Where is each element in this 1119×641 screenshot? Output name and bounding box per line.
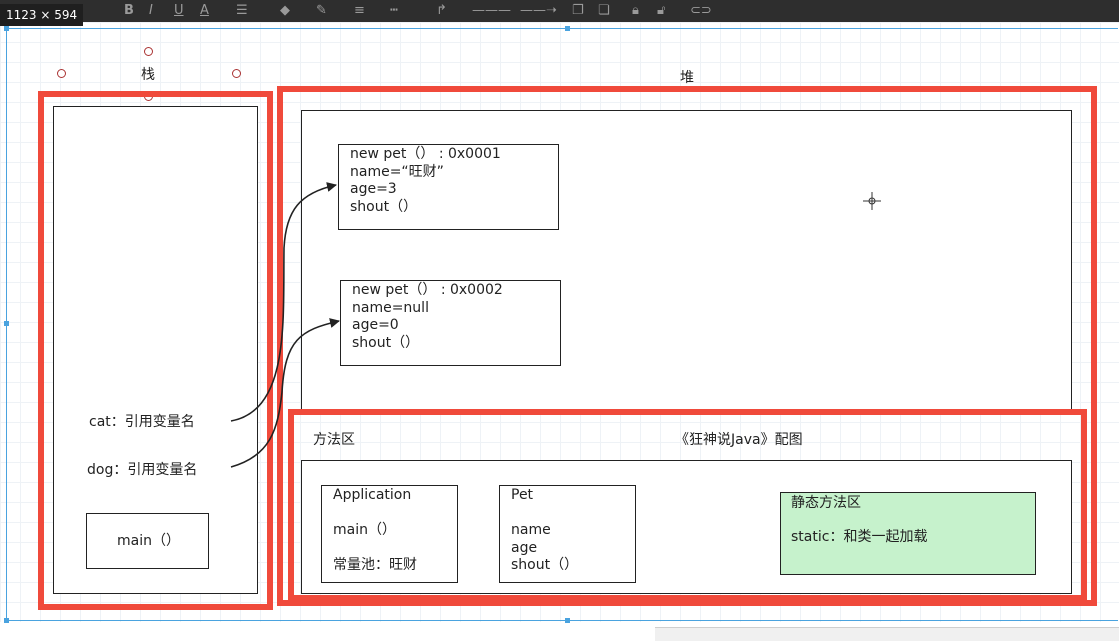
line-width-icon[interactable]: ≡ (354, 2, 365, 20)
main-frame-label: main（） (117, 533, 180, 549)
stack-title: 栈 (141, 67, 155, 83)
static-area-text: static：和类一起加载 (791, 529, 928, 545)
object-line: shout（） (350, 198, 418, 215)
class-line: age (511, 539, 538, 556)
ungroup-icon[interactable]: ❏ (598, 2, 610, 20)
static-method-area[interactable]: 静态方法区 static：和类一起加载 (780, 492, 1036, 575)
method-area-title: 方法区 (313, 432, 355, 448)
object-line: new pet（） : 0x0002 (352, 282, 503, 298)
underline-icon[interactable]: U (174, 2, 184, 20)
fill-color-icon[interactable]: ◆ (280, 2, 290, 20)
heap-object-2[interactable]: new pet（） : 0x0002 name=null age=0 shout… (340, 280, 561, 366)
connector-icon[interactable]: ↱ (436, 2, 447, 20)
object-line: age=0 (352, 317, 399, 333)
resize-handle[interactable] (4, 26, 9, 31)
text-handle[interactable] (232, 69, 241, 78)
line-icon[interactable]: ——— (472, 2, 511, 20)
class-application[interactable]: Application main（） 常量池：旺财 (321, 485, 458, 583)
class-line: Application (333, 487, 412, 503)
unlock-icon[interactable]: 🔓︎ (657, 2, 665, 20)
object-line: new pet（） : 0x0001 (350, 146, 501, 162)
static-area-title: 静态方法区 (791, 495, 861, 511)
class-line: name (511, 522, 551, 538)
class-line: main（） (333, 522, 396, 538)
object-line: age=3 (350, 181, 397, 197)
text-handle[interactable] (57, 69, 66, 78)
class-line (511, 505, 635, 523)
heap-object-1[interactable]: new pet（） : 0x0001 name=“旺财” age=3 shout… (338, 144, 559, 230)
class-line (333, 505, 457, 523)
link-icon[interactable]: ⊂⊃ (690, 2, 712, 20)
class-pet[interactable]: Pet name age shout（） (499, 485, 636, 583)
font-color-icon[interactable]: A (200, 2, 209, 20)
selection-border-top (6, 28, 1118, 29)
stack-var-cat: cat：引用变量名 (89, 414, 195, 430)
class-line: Pet (511, 487, 534, 503)
text-handle[interactable] (144, 47, 153, 56)
resize-handle[interactable] (565, 618, 570, 623)
stack-var-dog: dog：引用变量名 (87, 462, 198, 478)
line-color-icon[interactable]: ✎ (316, 2, 327, 20)
align-icon[interactable]: ☰ (236, 2, 248, 20)
lock-icon[interactable]: 🔒︎ (632, 2, 639, 20)
class-line (333, 540, 457, 558)
resize-handle[interactable] (4, 321, 9, 326)
italic-icon[interactable]: I (149, 2, 153, 20)
object-line: name=null (352, 299, 429, 316)
resize-handle[interactable] (565, 26, 570, 31)
object-line: shout（） (352, 334, 420, 351)
arrow-style-icon[interactable]: ——➝ (520, 2, 557, 20)
resize-handle[interactable] (4, 618, 9, 623)
bottom-shape-toolbar[interactable] (655, 627, 1119, 641)
object-line: name=“旺财” (350, 163, 444, 180)
selection-border-bottom (6, 620, 1118, 621)
class-line: 常量池：旺财 (333, 557, 417, 573)
line-style-icon[interactable]: ┅ (390, 2, 398, 20)
bold-icon[interactable]: B (124, 2, 134, 20)
group-icon[interactable]: ❐ (572, 2, 584, 20)
diagram-caption: 《狂神说Java》配图 (675, 432, 803, 448)
dimension-badge: 1123 × 594 (0, 4, 84, 26)
heap-title: 堆 (680, 70, 694, 86)
class-line: shout（） (511, 557, 579, 573)
format-toolbar: B I U A ☰ ◆ ✎ ≡ ┅ ↱ ——— ——➝ ❐ ❏ 🔒︎ 🔓︎ ⊂⊃ (0, 0, 1119, 22)
